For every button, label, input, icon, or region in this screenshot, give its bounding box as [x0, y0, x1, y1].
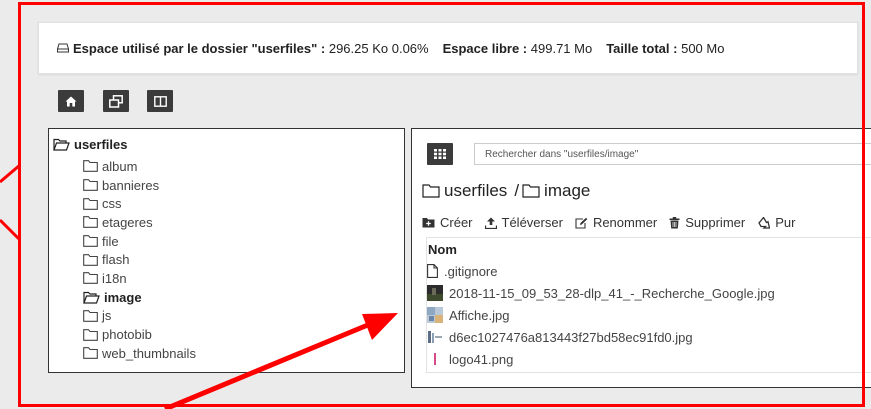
image-thumbnail — [427, 329, 443, 345]
rename-label: Renommer — [592, 215, 658, 230]
upload-icon — [484, 217, 497, 229]
tree-item-label: css — [102, 196, 122, 212]
folder-list: album bannieres css etageres file flash i18n im… — [83, 157, 196, 363]
free-space-label: Espace libre : — [442, 40, 528, 56]
file-list-box: Nom .gitignore 2018-11-15_09_53_28-dlp_4… — [426, 237, 871, 373]
tree-item-photobib[interactable]: photobib — [83, 325, 196, 344]
folder-icon — [83, 253, 98, 266]
free-space-value: 499.71 Mo — [530, 40, 593, 56]
create-button[interactable]: Créer — [422, 215, 473, 230]
home-icon — [65, 96, 77, 106]
annotation-bracket — [0, 163, 22, 242]
folder-icon — [83, 309, 98, 322]
folder-open-icon — [53, 138, 70, 151]
used-space-value: 296.25 Ko 0.06% — [328, 40, 429, 56]
file-name: .gitignore — [444, 263, 498, 279]
tree-item-label: js — [102, 308, 112, 324]
grid-icon — [434, 149, 446, 159]
folder-plus-icon — [422, 218, 435, 228]
hard-drive-icon — [57, 43, 69, 53]
file-name: d6ec1027476a813443f27bd58ec91fd0.jpg — [449, 329, 693, 345]
image-thumbnail — [427, 351, 443, 367]
file-name: logo41.png — [449, 351, 514, 367]
action-toolbar: Créer Téléverser Renommer Supprimer Pur — [422, 215, 807, 230]
tree-item-label: i18n — [102, 270, 127, 286]
window-restore-button[interactable] — [103, 90, 129, 112]
folder-icon — [83, 216, 98, 229]
total-size-value: 500 Mo — [681, 40, 725, 56]
breadcrumb-item-userfiles[interactable]: userfiles — [422, 181, 507, 201]
window-restore-icon — [109, 94, 123, 108]
tree-item-label: flash — [102, 252, 130, 268]
tree-item-label: etageres — [102, 214, 153, 230]
toggle-columns-button[interactable] — [147, 90, 173, 112]
folder-icon — [83, 347, 98, 360]
folder-icon — [83, 179, 98, 191]
folder-icon — [83, 235, 98, 247]
tree-item-album[interactable]: album — [83, 157, 196, 176]
file-row[interactable]: d6ec1027476a813443f27bd58ec91fd0.jpg — [427, 326, 775, 348]
tree-root-label: userfiles — [74, 137, 128, 152]
total-size-label: Taille total : — [606, 40, 678, 56]
recycle-icon — [758, 216, 771, 229]
upload-button[interactable]: Téléverser — [484, 215, 563, 230]
tree-item-label: image — [104, 289, 142, 305]
file-row[interactable]: .gitignore — [427, 260, 775, 282]
tree-item-file[interactable]: file — [83, 232, 196, 251]
breadcrumb: userfiles / image — [422, 181, 590, 201]
grid-view-button[interactable] — [427, 143, 453, 165]
file-name: 2018-11-15_09_53_28-dlp_41_-_Recherche_G… — [449, 285, 775, 301]
folder-open-icon — [83, 291, 100, 304]
home-button[interactable] — [58, 90, 84, 112]
folder-icon — [83, 160, 98, 173]
tree-root-item[interactable]: userfiles — [53, 137, 127, 152]
purge-button[interactable]: Pur — [757, 215, 795, 230]
delete-button[interactable]: Supprimer — [669, 215, 745, 230]
used-space-label: Espace utilisé par le dossier "userfiles… — [73, 40, 326, 56]
breadcrumb-label-userfiles: userfiles — [444, 181, 508, 200]
tree-item-label: photobib — [102, 327, 152, 343]
file-icon — [427, 264, 438, 278]
tree-item-etageres[interactable]: etageres — [83, 213, 196, 232]
folder-tree-panel: userfiles album bannieres css etageres file f… — [48, 128, 405, 373]
tree-item-i18n[interactable]: i18n — [83, 269, 196, 288]
breadcrumb-separator: / — [514, 181, 520, 200]
file-row[interactable]: logo41.png — [427, 348, 775, 370]
tree-item-label: web_thumbnails — [102, 345, 196, 361]
upload-label: Téléverser — [501, 215, 563, 230]
file-name: Affiche.jpg — [449, 307, 510, 323]
folder-icon — [83, 328, 98, 341]
storage-info-bar: Espace utilisé par le dossier "userfiles… — [38, 22, 858, 74]
tree-item-flash[interactable]: flash — [83, 250, 196, 269]
rename-button[interactable]: Renommer — [575, 215, 657, 230]
purge-label: Pur — [775, 215, 796, 230]
tree-item-label: album — [102, 158, 138, 174]
create-label: Créer — [440, 215, 473, 230]
folder-icon — [83, 197, 98, 210]
file-row[interactable]: 2018-11-15_09_53_28-dlp_41_-_Recherche_G… — [427, 282, 775, 304]
breadcrumb-label-image: image — [544, 181, 591, 200]
image-thumbnail — [427, 307, 443, 323]
tree-item-js[interactable]: js — [83, 307, 196, 326]
tree-item-label: bannieres — [102, 177, 160, 193]
tree-item-web-thumbnails[interactable]: web_thumbnails — [83, 344, 196, 363]
breadcrumb-item-image[interactable]: image — [522, 181, 590, 201]
name-column-header[interactable]: Nom — [428, 242, 457, 257]
tree-item-bannieres[interactable]: bannieres — [83, 176, 196, 195]
folder-icon — [422, 184, 440, 198]
file-list: .gitignore 2018-11-15_09_53_28-dlp_41_-_… — [427, 260, 775, 370]
search-input[interactable] — [474, 143, 871, 165]
tree-item-image[interactable]: image — [83, 288, 196, 307]
tree-item-label: file — [102, 233, 119, 249]
columns-icon — [153, 95, 167, 107]
tree-item-css[interactable]: css — [83, 194, 196, 213]
delete-label: Supprimer — [685, 215, 746, 230]
edit-icon — [575, 217, 588, 229]
trash-icon — [669, 216, 680, 228]
folder-icon — [522, 184, 540, 198]
image-thumbnail — [427, 285, 443, 301]
file-row[interactable]: Affiche.jpg — [427, 304, 775, 326]
folder-icon — [83, 272, 98, 285]
file-browser-panel: userfiles / image Créer Téléverser Renom… — [411, 128, 871, 388]
